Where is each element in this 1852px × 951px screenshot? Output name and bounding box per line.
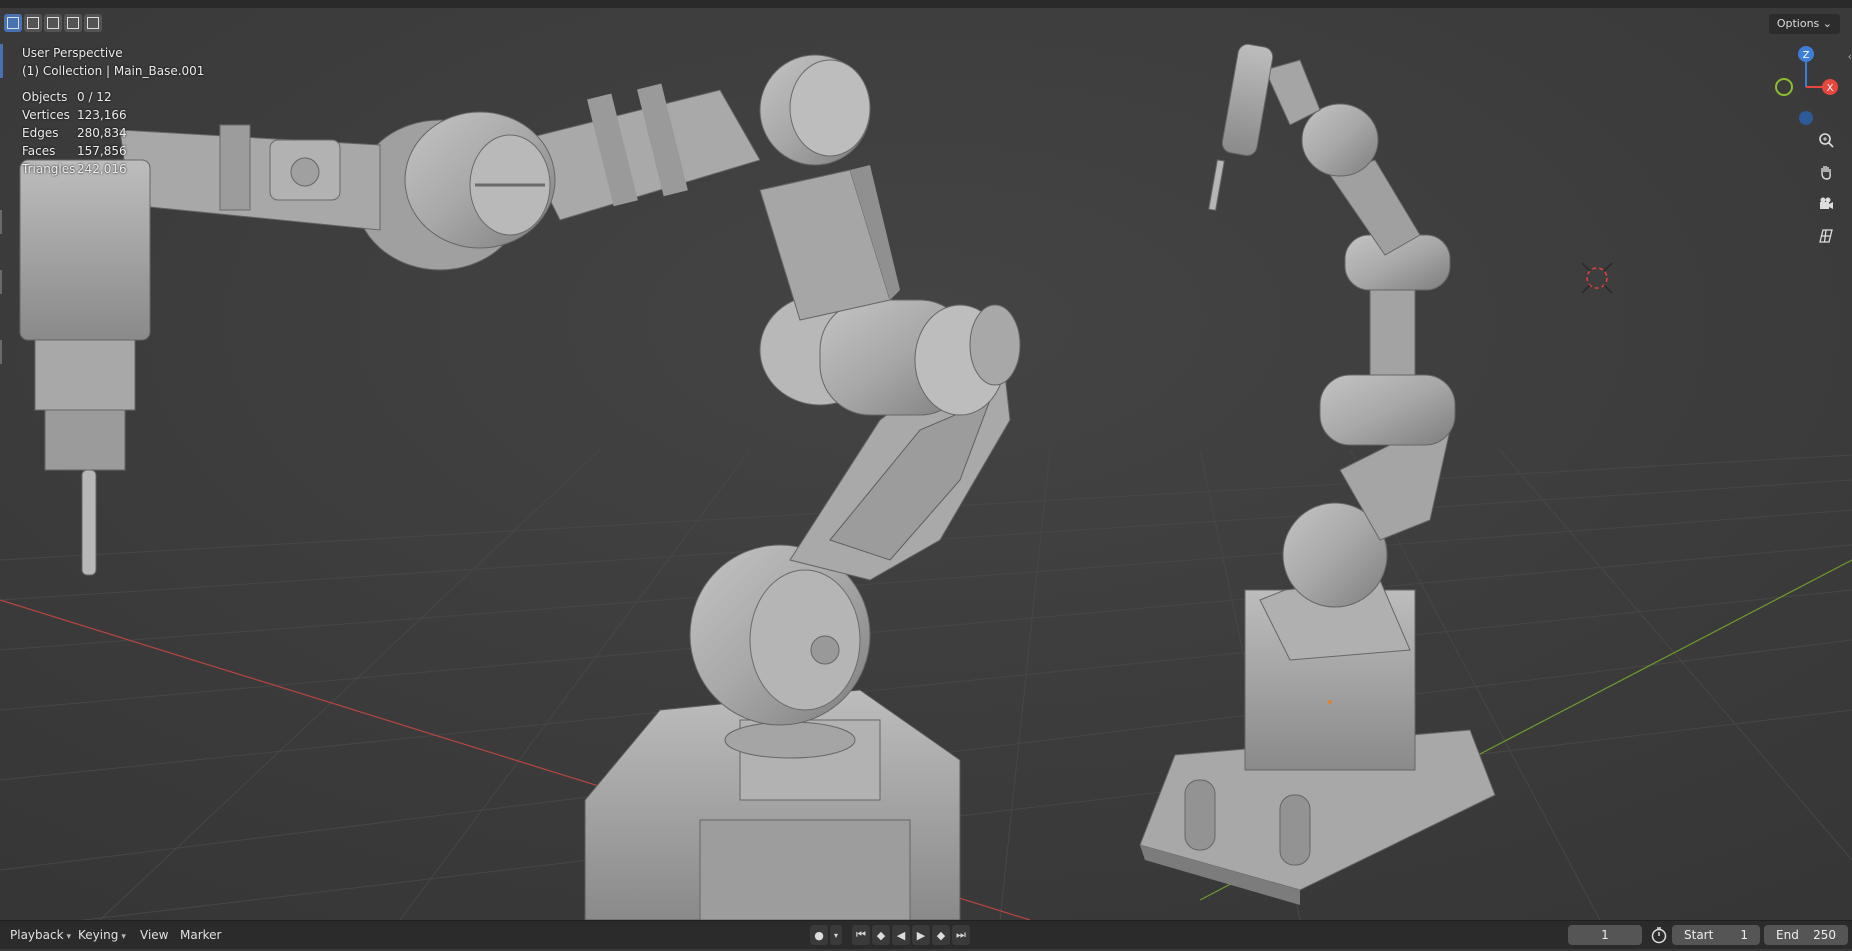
keying-menu[interactable]: Keying ▾ [78, 921, 126, 949]
select-new-icon[interactable] [4, 14, 22, 32]
next-keyframe-icon[interactable]: ◆ [932, 925, 950, 945]
marker-menu[interactable]: Marker [180, 921, 221, 949]
stat-value: 0 / 12 [77, 90, 112, 104]
select-invert-icon[interactable] [64, 14, 82, 32]
keying-menu-label: Keying [78, 928, 119, 942]
timeline-bar: Playback ▾ Keying ▾ View Marker ● ▾ ⏮ ◆ ◀ … [0, 920, 1852, 949]
navigation-gizmo[interactable]: Z X [1762, 40, 1852, 140]
playback-controls: ● ▾ ⏮ ◆ ◀ ▶ ◆ ⏭ [810, 925, 970, 945]
chevron-down-icon: ⌄ [1822, 17, 1832, 30]
select-subtract-icon[interactable] [44, 14, 62, 32]
prev-keyframe-icon[interactable]: ◆ [872, 925, 890, 945]
stat-value: 157,856 [77, 144, 127, 158]
stat-label: Triangles [22, 162, 76, 176]
3d-viewport[interactable] [0, 0, 1852, 920]
playback-menu-label: Playback [10, 928, 64, 942]
current-frame-field[interactable]: 1 [1568, 925, 1642, 945]
jump-start-icon[interactable]: ⏮ [852, 925, 870, 945]
stat-label: Edges [22, 126, 59, 140]
viewport-nav-tools [1814, 128, 1838, 248]
view-menu[interactable]: View [140, 921, 168, 949]
stat-label: Objects [22, 90, 68, 104]
stat-value: 242,016 [77, 162, 127, 176]
stat-value: 123,166 [77, 108, 127, 122]
scene-render [0, 0, 1852, 920]
select-intersect-icon[interactable] [84, 14, 102, 32]
end-frame-field[interactable]: End 250 [1764, 925, 1848, 945]
options-label: Options [1776, 17, 1820, 30]
pan-hand-icon[interactable] [1814, 160, 1838, 184]
viewport-info-overlay: User Perspective (1) Collection | Main_B… [22, 44, 204, 178]
stat-label: Faces [22, 144, 56, 158]
marker-menu-label: Marker [180, 928, 222, 942]
view-perspective-label: User Perspective [22, 46, 123, 60]
gizmo-neg-z-icon [1799, 111, 1813, 125]
header-strip [0, 0, 1852, 8]
options-dropdown[interactable]: Options ⌄ [1768, 14, 1840, 34]
start-frame-field[interactable]: Start 1 [1672, 925, 1760, 945]
start-frame-value: 1 [1740, 928, 1748, 942]
zoom-icon[interactable] [1814, 128, 1838, 152]
record-options-icon[interactable]: ▾ [830, 925, 842, 945]
start-frame-label: Start [1684, 928, 1714, 942]
record-icon[interactable]: ● [810, 925, 828, 945]
stat-label: Vertices [22, 108, 70, 122]
playback-menu[interactable]: Playback ▾ [10, 921, 71, 949]
stat-value: 280,834 [77, 126, 127, 140]
gizmo-x-label: X [1827, 83, 1834, 94]
camera-icon[interactable] [1814, 192, 1838, 216]
toolbar-active-indicator [0, 44, 3, 78]
chevron-down-icon: ▾ [121, 932, 126, 942]
gizmo-z-label: Z [1803, 50, 1810, 61]
gizmo-y-icon [1775, 78, 1793, 96]
play-reverse-icon[interactable]: ◀ [892, 925, 910, 945]
chevron-down-icon: ▾ [66, 932, 72, 942]
end-frame-value: 250 [1813, 928, 1836, 942]
end-frame-label: End [1776, 928, 1799, 942]
scene-statistics: Objects 0 / 12 Vertices 123,166 Edges 28… [22, 88, 204, 178]
active-collection-label: (1) Collection | Main_Base.001 [22, 64, 205, 78]
selection-mode-toolbar [4, 14, 102, 34]
current-frame-value: 1 [1601, 928, 1609, 942]
play-icon[interactable]: ▶ [912, 925, 930, 945]
grid-ortho-icon[interactable] [1814, 224, 1838, 248]
view-menu-label: View [140, 928, 169, 942]
stopwatch-icon[interactable] [1650, 926, 1668, 947]
jump-end-icon[interactable]: ⏭ [952, 925, 970, 945]
select-extend-icon[interactable] [24, 14, 42, 32]
